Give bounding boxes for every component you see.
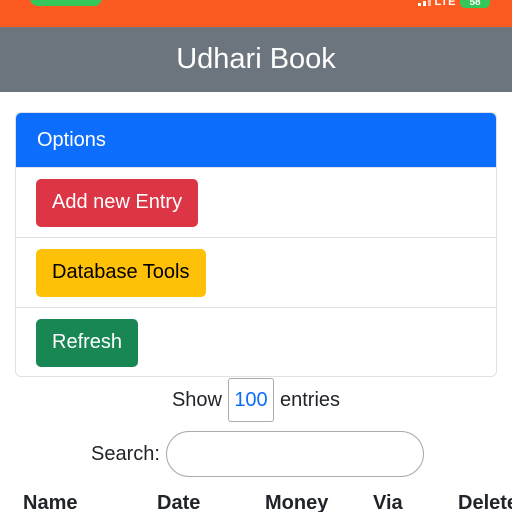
search-input[interactable] [165,431,424,477]
options-item-refresh: Refresh [16,307,496,376]
options-item-database: Database Tools [16,237,496,307]
column-header-date[interactable]: Date [157,492,200,512]
search-control: Search: [91,431,424,477]
options-card-header: Options [16,113,496,167]
entries-length-control: Show 100 entries [0,377,512,423]
battery-icon: 58 [460,0,490,8]
signal-icon [417,0,431,6]
network-type: LTE [434,0,456,8]
column-header-money[interactable]: Money [265,492,328,512]
options-item-add: Add new Entry [16,167,496,237]
column-header-delete[interactable]: Delete [458,492,512,512]
table-header-row: Name Date Money Via Delete [0,492,512,512]
entries-label: entries [280,388,341,411]
database-tools-button[interactable]: Database Tools [36,248,206,297]
call-indicator [30,0,102,6]
add-new-entry-button[interactable]: Add new Entry [36,178,199,227]
options-card: Options Add new Entry Database Tools Ref… [15,112,497,377]
search-label: Search: [91,442,160,465]
status-bar: LTE 58 [0,0,512,27]
app-header: Udhari Book [0,27,512,92]
column-header-name[interactable]: Name [23,492,77,512]
app-title: Udhari Book [176,43,336,75]
page-length-select[interactable]: 100 [228,378,274,422]
refresh-button[interactable]: Refresh [36,318,139,367]
status-indicators: LTE 58 [417,0,490,8]
show-label: Show [171,388,222,411]
column-header-via[interactable]: Via [373,492,403,512]
